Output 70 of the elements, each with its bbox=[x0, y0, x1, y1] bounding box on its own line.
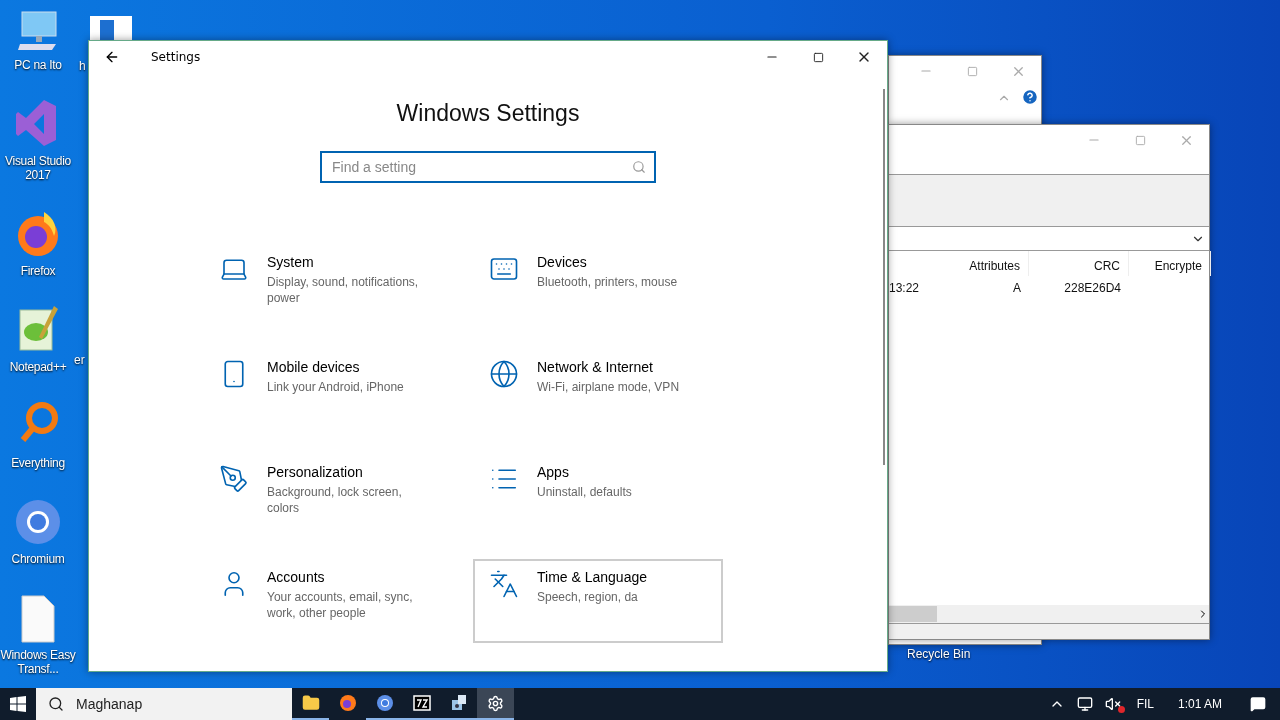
desktop-icon-label[interactable]: Recycle Bin bbox=[907, 647, 971, 661]
notification-icon bbox=[1250, 696, 1266, 712]
help-icon[interactable] bbox=[1021, 88, 1039, 106]
category-description: Display, sound, notifications, power bbox=[267, 274, 420, 306]
pen-icon bbox=[219, 464, 249, 494]
settings-category[interactable]: Mobile devices Link your Android, iPhone bbox=[203, 349, 453, 433]
language-indicator[interactable]: FIL bbox=[1126, 688, 1164, 720]
desktop-icon-label[interactable]: Windows Easy Transf... bbox=[0, 648, 76, 676]
taskbar-search-field[interactable]: Maghanap bbox=[36, 688, 292, 720]
desktop-icon-label[interactable]: Everything bbox=[11, 456, 65, 470]
firefox-icon bbox=[338, 694, 357, 712]
settings-category[interactable]: Accounts Your accounts, email, sync, work, other people bbox=[203, 559, 453, 643]
address-bar[interactable] bbox=[889, 227, 1209, 251]
column-header[interactable]: CRC bbox=[1029, 251, 1129, 276]
category-title: Time & Language bbox=[537, 569, 648, 585]
settings-category[interactable]: Devices Bluetooth, printers, mouse bbox=[473, 244, 723, 328]
gear-icon bbox=[487, 694, 504, 712]
maximize-icon bbox=[966, 65, 978, 77]
taskbar-app-button[interactable] bbox=[477, 688, 514, 720]
globe-icon bbox=[489, 359, 519, 389]
category-title: Apps bbox=[537, 464, 570, 480]
page-heading: Windows Settings bbox=[396, 100, 580, 127]
table-cell-text: A bbox=[1012, 280, 1022, 297]
search-icon bbox=[48, 696, 64, 712]
scrollbar-thumb[interactable] bbox=[889, 606, 937, 622]
column-header[interactable]: Encrypte bbox=[1129, 251, 1211, 276]
error-dot-icon bbox=[1117, 706, 1125, 713]
category-title: System bbox=[267, 254, 315, 270]
settings-category[interactable]: Apps Uninstall, defaults bbox=[473, 454, 723, 538]
monitor-icon bbox=[1076, 696, 1093, 712]
category-description: Uninstall, defaults bbox=[537, 484, 633, 500]
desktop-icon-label[interactable]: er bbox=[74, 353, 85, 367]
desktop-icon-label[interactable]: h bbox=[79, 59, 86, 73]
category-description: Your accounts, email, sync, work, other people bbox=[267, 589, 414, 621]
maximize-icon bbox=[1134, 134, 1146, 146]
search-field[interactable]: Find a setting bbox=[320, 151, 656, 183]
settings-category[interactable]: System Display, sound, notifications, power bbox=[203, 244, 453, 328]
desktop-icon-label[interactable]: Visual Studio 2017 bbox=[0, 154, 76, 182]
window-title: Settings bbox=[151, 50, 202, 64]
desktop-icon-label[interactable]: PC na Ito bbox=[14, 58, 62, 72]
category-title: Accounts bbox=[267, 569, 326, 585]
table-cell-text: 228E26D4 bbox=[1063, 280, 1122, 297]
category-title: Personalization bbox=[267, 464, 364, 480]
category-description: Wi-Fi, airplane mode, VPN bbox=[537, 379, 681, 395]
installer-icon bbox=[449, 694, 468, 712]
settings-category[interactable]: Personalization Background, lock screen, colors bbox=[203, 454, 453, 538]
category-description: Background, lock screen, colors bbox=[267, 484, 403, 516]
table-cell-text: 13:22 bbox=[889, 280, 921, 297]
category-description: Link your Android, iPhone bbox=[267, 379, 405, 395]
scrollbar[interactable] bbox=[883, 89, 885, 465]
folder-icon bbox=[301, 694, 320, 712]
archive-app-icon bbox=[412, 695, 431, 711]
chromium-icon bbox=[375, 694, 394, 712]
muted-speaker-icon bbox=[1104, 696, 1121, 712]
desktop-icon-label[interactable]: Notepad++ bbox=[9, 360, 67, 374]
clock[interactable]: 1:01 AM bbox=[1163, 688, 1236, 720]
desktop-icon-label[interactable]: Chromium bbox=[11, 552, 65, 566]
settings-category[interactable]: Time & Language Speech, region, da bbox=[473, 559, 723, 643]
maximize-icon bbox=[812, 51, 824, 63]
language-icon bbox=[489, 569, 519, 599]
desktop-icon-label[interactable]: Firefox bbox=[20, 264, 56, 278]
category-title: Network & Internet bbox=[537, 359, 654, 375]
category-description: Speech, region, da bbox=[537, 589, 639, 605]
column-header[interactable]: Attributes bbox=[929, 251, 1029, 276]
category-description: Bluetooth, printers, mouse bbox=[537, 274, 679, 290]
windows-logo-icon bbox=[10, 696, 26, 712]
category-title: Mobile devices bbox=[267, 359, 361, 375]
settings-category[interactable]: Network & Internet Wi-Fi, airplane mode, VPN bbox=[473, 349, 723, 433]
search-icon bbox=[632, 160, 646, 174]
category-title: Devices bbox=[537, 254, 588, 270]
